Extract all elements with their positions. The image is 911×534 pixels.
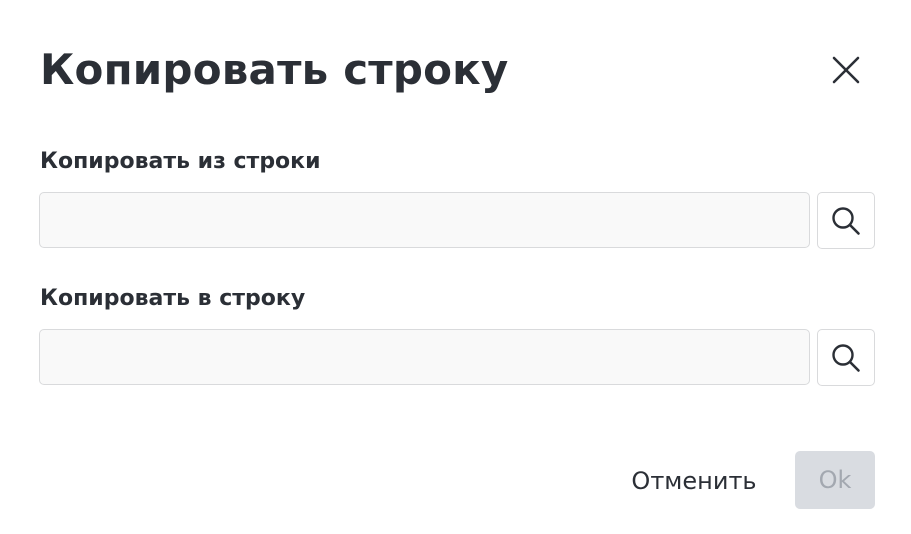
close-icon xyxy=(832,56,860,84)
cancel-button[interactable]: Отменить xyxy=(612,452,776,510)
copy-from-input[interactable] xyxy=(39,192,810,248)
copy-to-search-button[interactable] xyxy=(817,329,875,386)
dialog-title: Копировать строку xyxy=(40,45,509,94)
ok-button[interactable]: Ok xyxy=(795,451,875,509)
copy-from-label: Копировать из строки xyxy=(40,149,321,174)
search-icon xyxy=(832,343,860,372)
search-icon xyxy=(832,206,860,235)
copy-to-input[interactable] xyxy=(39,329,810,385)
close-button[interactable] xyxy=(822,46,870,94)
copy-to-label: Копировать в строку xyxy=(40,286,306,311)
copy-from-search-button[interactable] xyxy=(817,192,875,249)
copy-row-dialog: Копировать строку Копировать из строки К… xyxy=(0,0,911,534)
